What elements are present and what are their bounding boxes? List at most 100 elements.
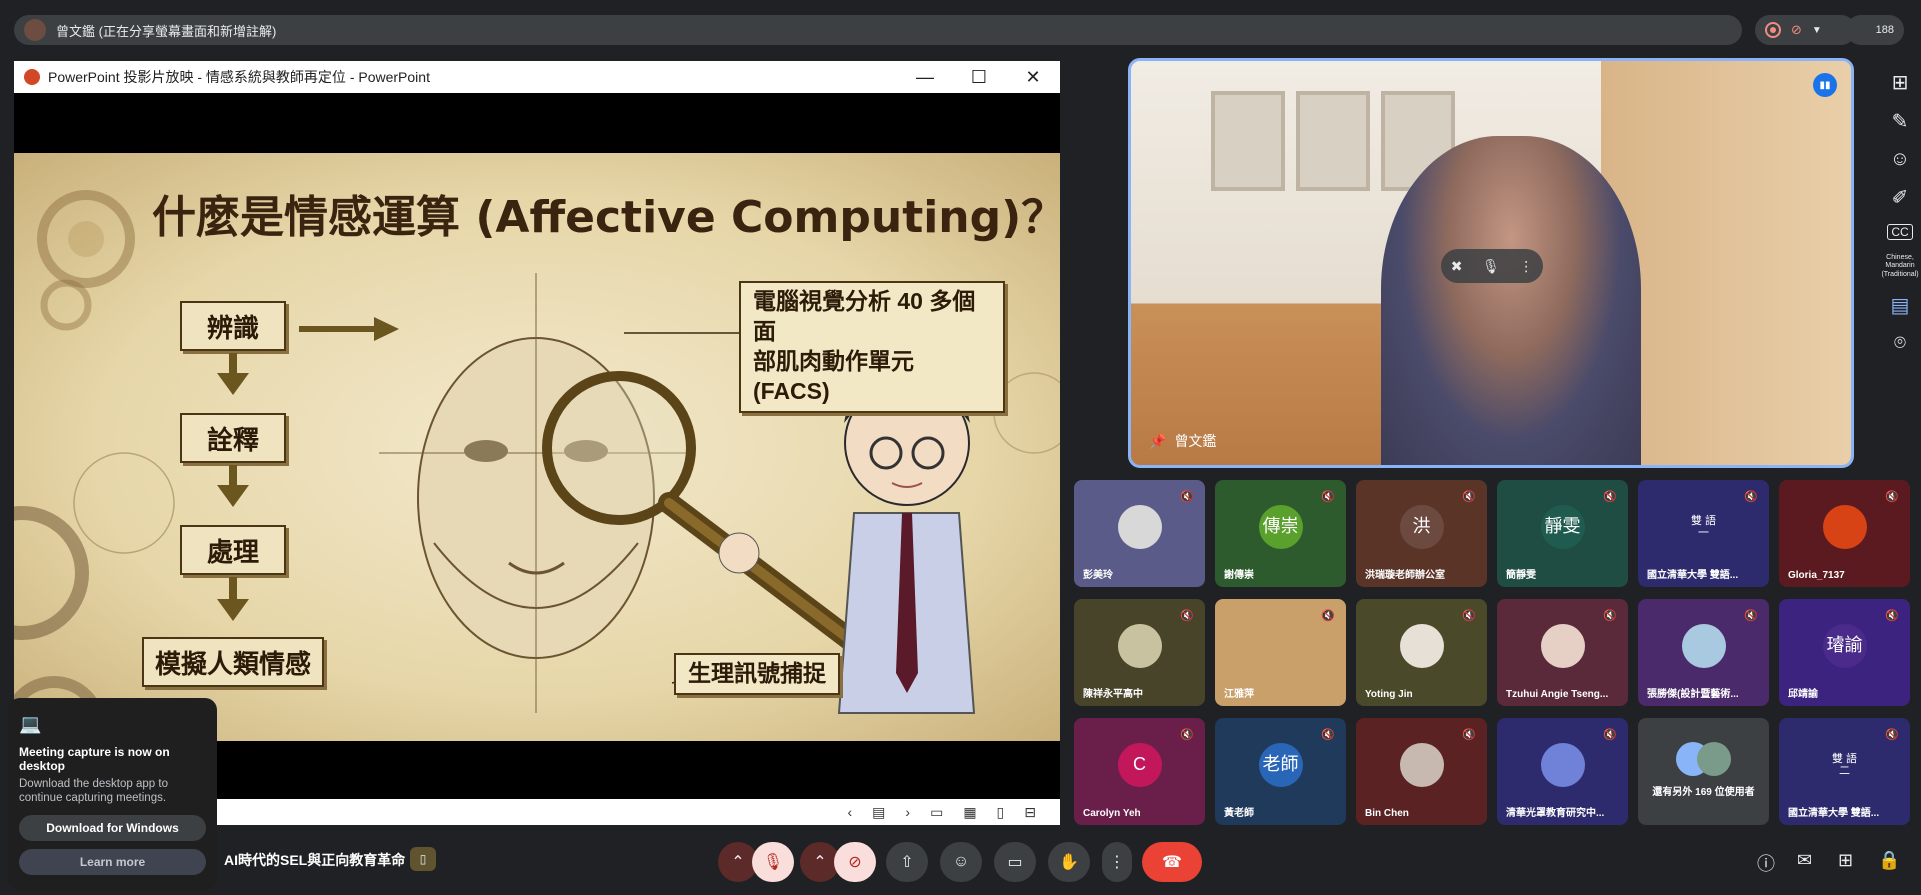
info-icon[interactable]: ⓘ — [1757, 850, 1775, 876]
participant-tile[interactable]: 🔇 Bin Chen — [1356, 718, 1487, 825]
participant-tile[interactable]: 還有另外 169 位使用者 — [1638, 718, 1769, 825]
callout-facs-line2: 部肌肉動作單元 (FACS) — [753, 347, 914, 404]
avatar: 老師 — [1258, 743, 1303, 788]
mic-icon[interactable]: 🎙 — [1482, 258, 1500, 275]
avatar — [1681, 624, 1726, 669]
avatar — [1117, 624, 1162, 669]
participant-tile[interactable]: 🔇 清華光罩教育研究中... — [1497, 718, 1628, 825]
participant-tile[interactable]: C 🔇 Carolyn Yeh — [1074, 718, 1205, 825]
ppt-window-title: PowerPoint 投影片放映 - 情感系統與教師再定位 - PowerPoi… — [48, 69, 430, 85]
participant-name: Yoting Jin — [1365, 689, 1413, 700]
chat-icon[interactable]: ✉ — [1797, 850, 1812, 871]
right-rail: ⊞ ✎ ☺ ✐ CC Chinese, Mandarin (Traditiona… — [1880, 70, 1920, 355]
camera-off-icon: ⊘ — [1791, 22, 1802, 37]
transcript-icon[interactable]: ▤ — [1891, 293, 1910, 318]
callout-facs: 電腦視覺分析 40 多個面 部肌肉動作單元 (FACS) — [739, 281, 1005, 413]
annotate-icon[interactable]: ✐ — [1892, 185, 1909, 210]
wall-frame — [1211, 91, 1285, 191]
presenter-name: 曾文鑑 — [1174, 433, 1217, 449]
meeting-chip-icon[interactable]: ▯ — [410, 847, 436, 871]
participant-count: 188 — [1875, 24, 1894, 36]
caption-language[interactable]: Chinese, Mandarin (Traditional) — [1880, 254, 1920, 279]
next-slide-button[interactable]: › — [905, 804, 910, 820]
participant-name: 國立清華大學 雙語... — [1647, 570, 1739, 581]
participant-tile[interactable]: 雙 語 二 🔇 國立清華大學 雙語... — [1779, 718, 1910, 825]
slide: 什麼是情感運算 (Affective Computing)？ 辨識 詮釋 處理 … — [14, 153, 1060, 741]
participant-name: Gloria_7137 — [1788, 570, 1845, 581]
more-participants-label: 還有另外 169 位使用者 — [1652, 786, 1755, 798]
arrow-down-icon — [217, 485, 249, 507]
mic-off-icon: 🔇 — [1180, 609, 1194, 622]
flow-connector — [229, 577, 237, 601]
learn-more-button[interactable]: Learn more — [19, 849, 206, 876]
presenter-video — [1381, 136, 1641, 465]
more-options-icon[interactable]: ⋮ — [1519, 258, 1533, 275]
participant-tile[interactable]: 洪 🔇 洪瑞璇老師辦公室 — [1356, 480, 1487, 587]
host-controls-icon[interactable]: 🔒 — [1878, 850, 1900, 871]
participant-tile[interactable]: 🔇 江雅萍 — [1215, 599, 1346, 706]
participant-tile[interactable]: 雙 語 一 🔇 國立清華大學 雙語... — [1638, 480, 1769, 587]
presenter-status-bar[interactable]: 曾文鑑 (正在分享螢幕畫面和新增註解) — [14, 15, 1742, 45]
flow-connector — [229, 465, 237, 487]
activities-icon[interactable]: ⊞ — [1838, 850, 1853, 871]
flow-step-3: 處理 — [180, 525, 286, 575]
maximize-button[interactable]: ☐ — [952, 61, 1006, 93]
more-options-button[interactable]: ⋮ — [1102, 842, 1132, 882]
flow-step-2: 詮釋 — [180, 413, 286, 463]
participant-tile[interactable]: 靜雯 🔇 簡靜雯 — [1497, 480, 1628, 587]
captions-icon[interactable]: CC — [1887, 224, 1913, 240]
participant-tile[interactable]: 🔇 Tzuhui Angie Tseng... — [1497, 599, 1628, 706]
mic-off-icon: 🔇 — [1885, 609, 1899, 622]
mic-off-icon: 🔇 — [1321, 609, 1335, 622]
participant-name: 黃老師 — [1224, 808, 1254, 819]
participant-tile[interactable]: 🔇 Yoting Jin — [1356, 599, 1487, 706]
participant-tile[interactable]: 🔇 陳祥永平高中 — [1074, 599, 1205, 706]
callout-facs-line1: 電腦視覺分析 40 多個面 — [753, 288, 976, 344]
participant-tile[interactable]: 璿諭 🔇 邱靖諭 — [1779, 599, 1910, 706]
mic-toggle-button[interactable]: 🎙 — [752, 842, 794, 882]
slide-sorter-icon[interactable]: ▦ — [963, 804, 976, 821]
participant-tile[interactable]: 🔇 彭美玲 — [1074, 480, 1205, 587]
avatar — [1696, 741, 1731, 776]
camera-icon[interactable]: ⌾ — [1894, 332, 1906, 355]
camera-toggle-button[interactable]: ⊘ — [834, 842, 876, 882]
share-screen-button[interactable]: ⇧ — [886, 842, 928, 882]
pin-icon[interactable]: ✖ — [1451, 258, 1463, 275]
reactions-button[interactable]: ☺ — [940, 842, 982, 882]
slide-menu-icon[interactable]: ▤ — [872, 804, 885, 821]
participant-name: 謝傳崇 — [1224, 570, 1254, 581]
leave-call-button[interactable]: ☎ — [1142, 842, 1202, 882]
normal-view-icon[interactable]: ▭ — [930, 804, 943, 821]
participant-tile[interactable]: 傳崇 🔇 謝傳崇 — [1215, 480, 1346, 587]
avatar — [1540, 624, 1585, 669]
slide-title: 什麼是情感運算 (Affective Computing)？ — [152, 192, 1060, 243]
participant-tile[interactable]: 老師 🔇 黃老師 — [1215, 718, 1346, 825]
mic-off-icon: 🔇 — [1885, 728, 1899, 741]
mic-off-icon: 🔇 — [1603, 609, 1617, 622]
avatar: 洪 — [1399, 505, 1444, 550]
raise-hand-button[interactable]: ✋ — [1048, 842, 1090, 882]
participant-name: 張勝傑(設計暨藝術... — [1647, 689, 1739, 700]
presenter-view-icon[interactable]: ⊟ — [1024, 804, 1036, 821]
ai-notes-icon[interactable]: ☺ — [1890, 148, 1910, 171]
minimize-button[interactable]: — — [898, 61, 952, 93]
participant-tile[interactable]: 🔇 張勝傑(設計暨藝術... — [1638, 599, 1769, 706]
avatar — [1399, 624, 1444, 669]
presenter-video-tile[interactable]: ✖ 🎙 ⋮ ▮▮ 📌 曾文鑑 — [1128, 58, 1854, 468]
tile-controls[interactable]: ✖ 🎙 ⋮ — [1441, 249, 1543, 283]
whiteboard-icon[interactable]: ✎ — [1892, 109, 1909, 134]
participant-count-button[interactable]: 188 — [1846, 15, 1904, 45]
mic-off-icon: 🔇 — [1180, 490, 1194, 503]
captions-button[interactable]: ▭ — [994, 842, 1036, 882]
download-windows-button[interactable]: Download for Windows — [19, 815, 206, 842]
arrow-down-icon — [217, 373, 249, 395]
previous-slide-button[interactable]: ‹ — [848, 804, 853, 820]
recording-indicator[interactable]: ⊘ ▼ — [1755, 15, 1856, 45]
participant-name: 陳祥永平高中 — [1083, 689, 1143, 700]
participant-tile[interactable]: 🔇 Gloria_7137 — [1779, 480, 1910, 587]
presenter-name-tag: 📌 曾文鑑 — [1149, 431, 1216, 451]
close-button[interactable]: ✕ — [1006, 61, 1060, 93]
avatar: 雙 語 二 — [1822, 743, 1867, 788]
apps-grid-icon[interactable]: ⊞ — [1892, 70, 1909, 95]
reading-view-icon[interactable]: ▯ — [997, 804, 1005, 821]
